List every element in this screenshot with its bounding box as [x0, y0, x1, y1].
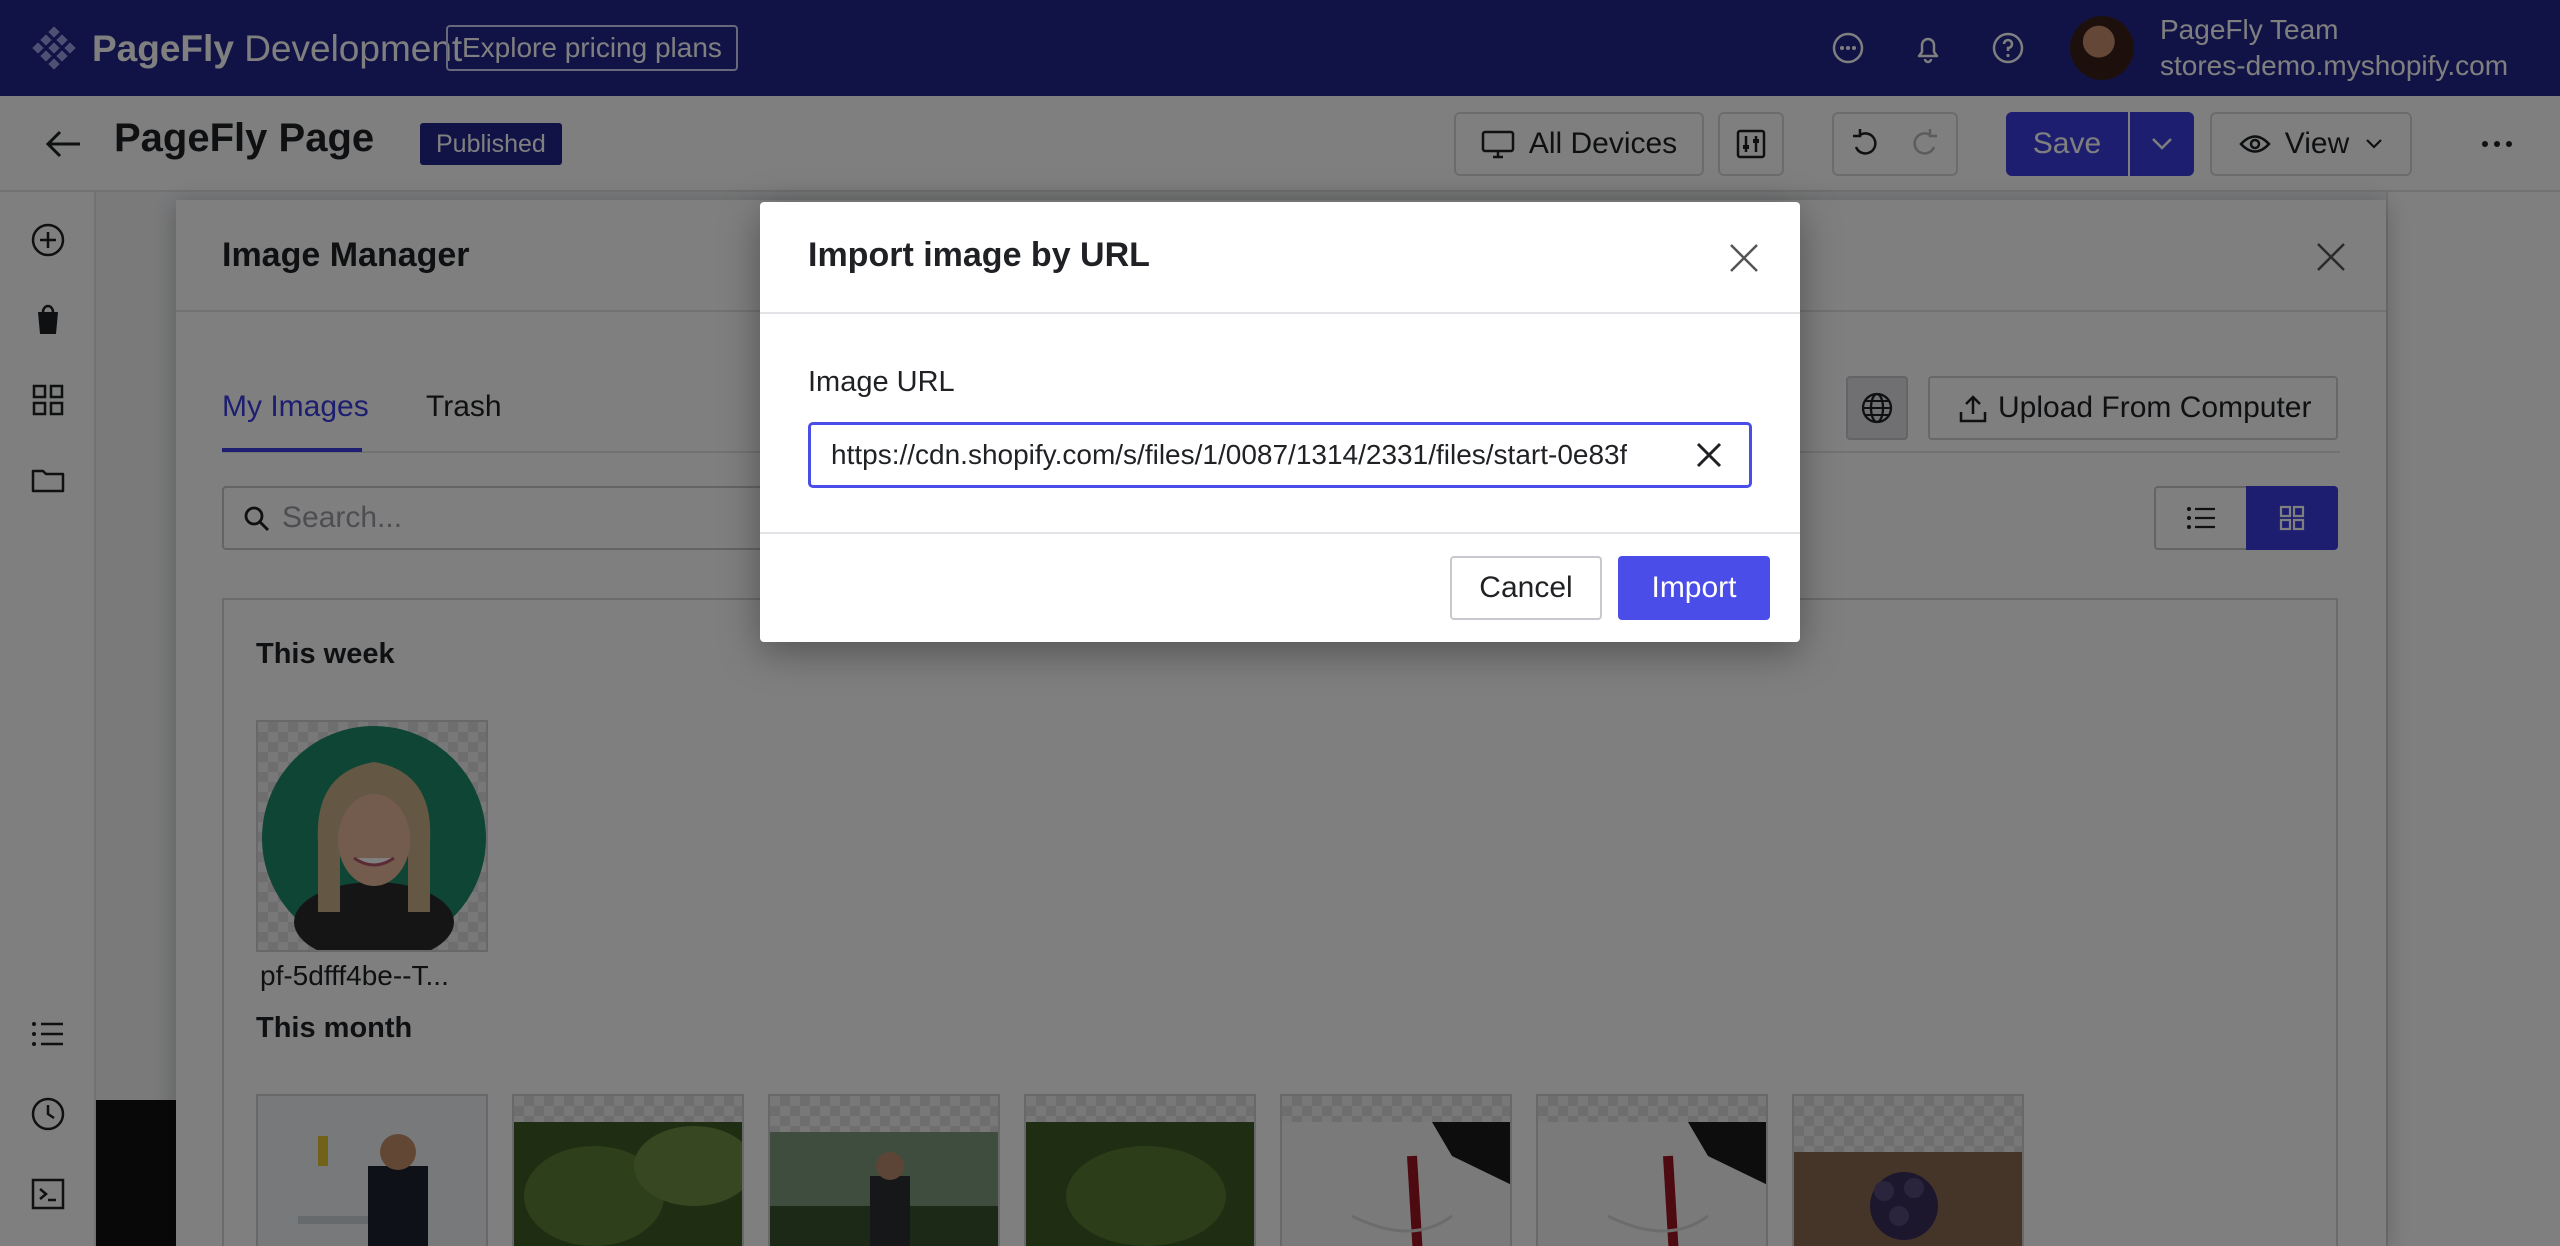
import-button[interactable]: Import [1618, 556, 1770, 620]
image-url-input[interactable]: https://cdn.shopify.com/s/files/1/0087/1… [808, 422, 1752, 488]
cancel-button[interactable]: Cancel [1450, 556, 1602, 620]
image-url-value: https://cdn.shopify.com/s/files/1/0087/1… [831, 439, 1628, 470]
divider [760, 312, 1800, 314]
image-url-label: Image URL [808, 366, 955, 398]
clear-input-icon[interactable] [1694, 440, 1724, 470]
divider [760, 532, 1800, 534]
import-image-dialog: Import image by URL Image URL https://cd… [760, 202, 1800, 642]
dialog-title: Import image by URL [808, 236, 1150, 274]
close-icon[interactable] [1726, 240, 1762, 276]
